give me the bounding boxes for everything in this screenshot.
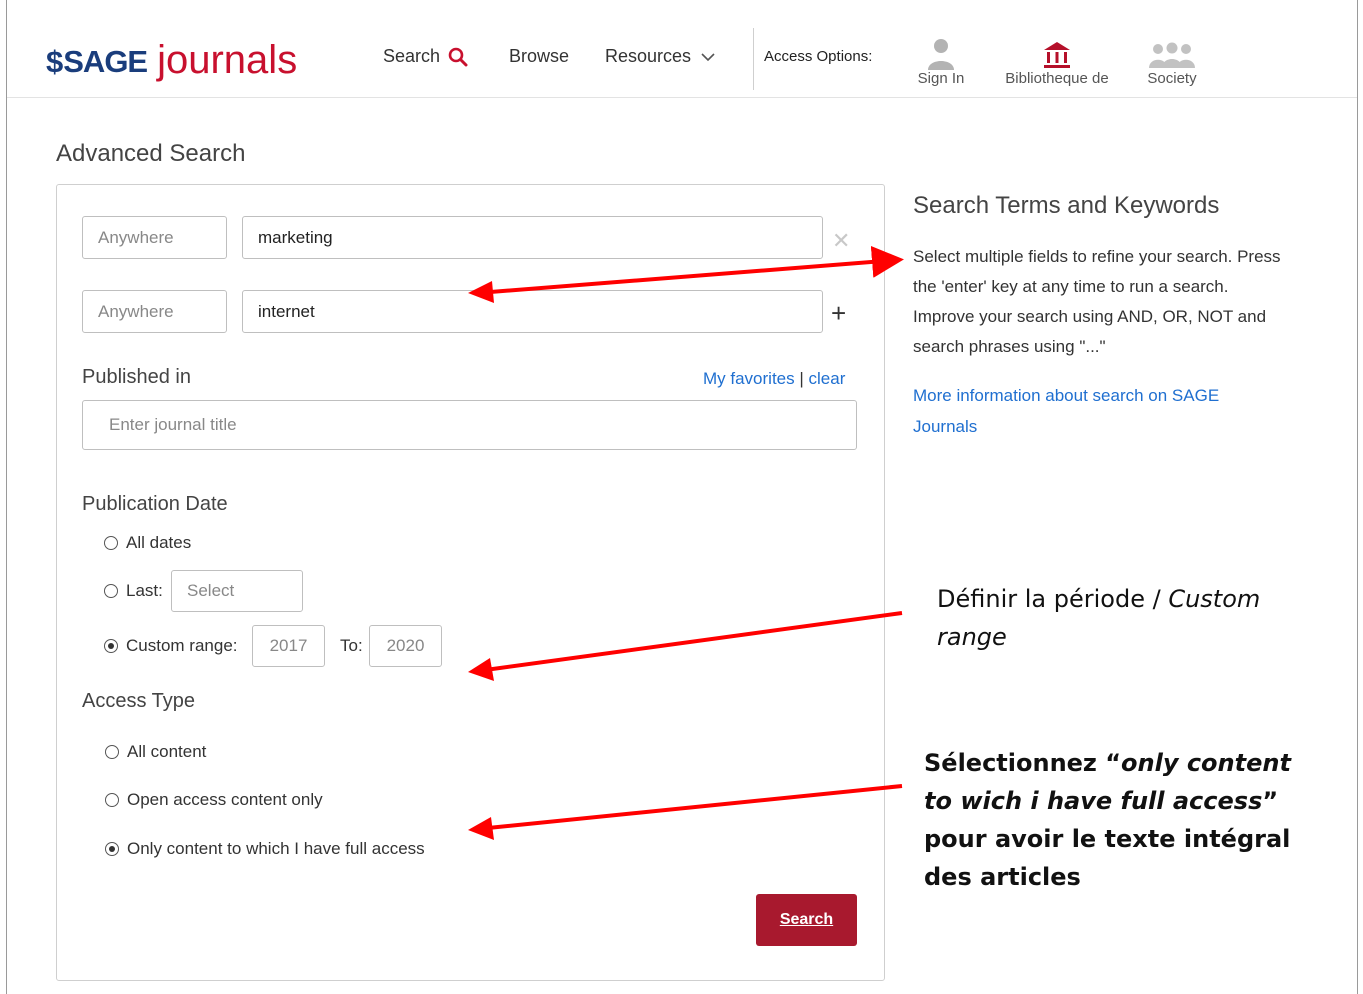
- arrow-to-full-access: [477, 784, 903, 831]
- arrow-to-custom-range: [477, 611, 903, 673]
- arrowhead-2: [468, 658, 494, 681]
- arrowhead-1: [468, 281, 494, 303]
- arrow-to-search-terms: [477, 245, 904, 295]
- annotation-arrows: [468, 245, 904, 840]
- arrowhead-3: [468, 817, 494, 840]
